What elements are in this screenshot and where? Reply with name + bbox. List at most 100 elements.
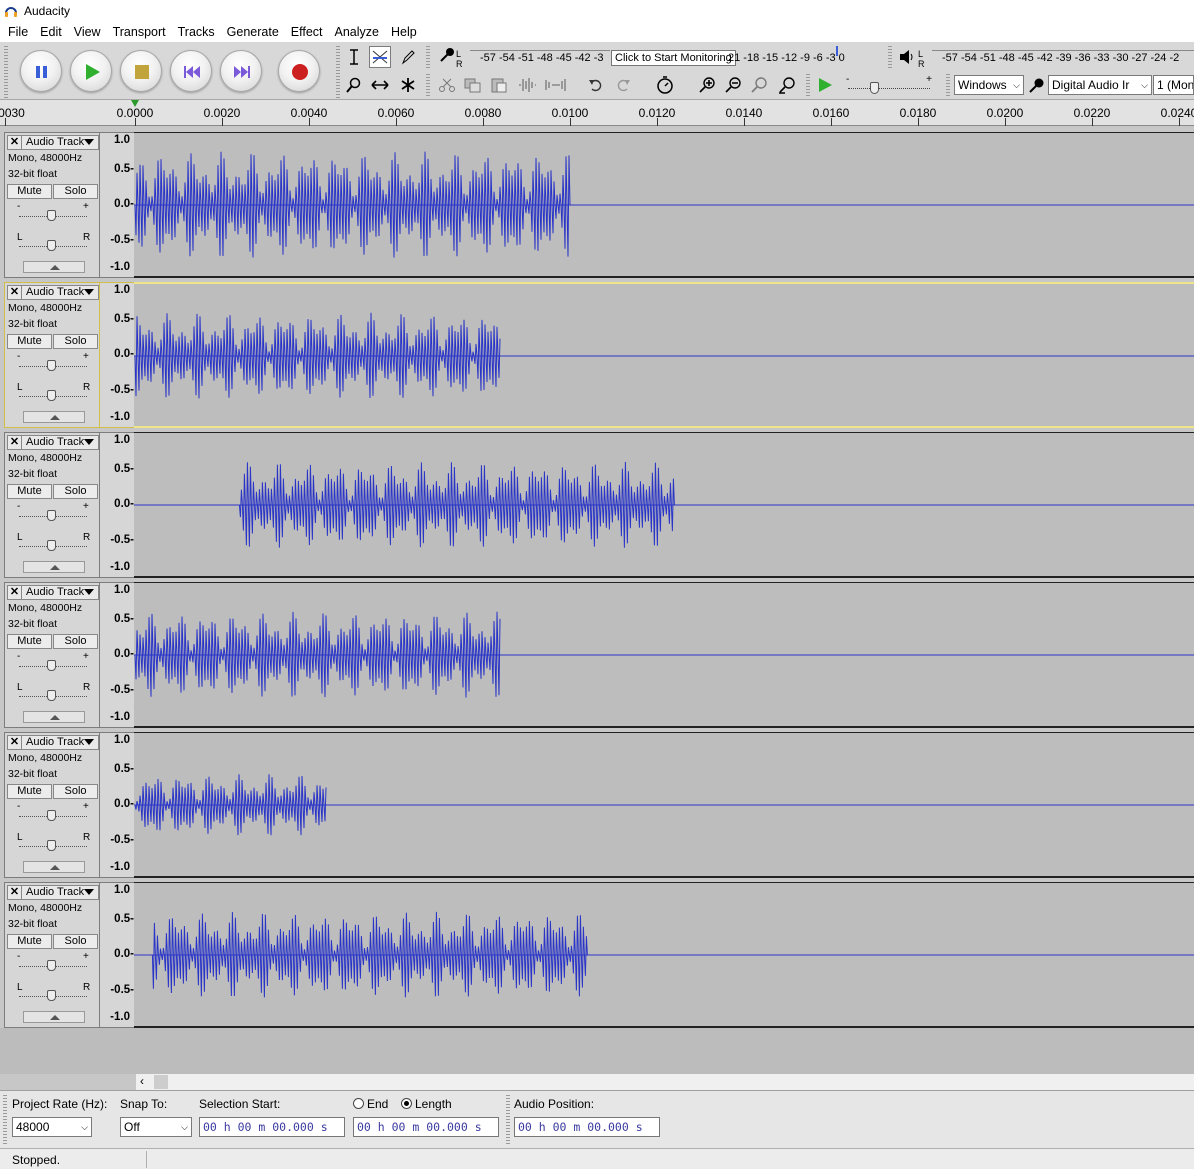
empty-track-area[interactable] [0,1028,1194,1074]
time-shift-tool[interactable] [369,74,391,96]
vertical-amplitude-ruler[interactable]: 1.0 0.5- 0.0- -0.5- -1.0 [100,282,134,428]
gain-slider-thumb[interactable] [47,810,56,821]
waveform-area[interactable] [134,882,1194,1028]
track-name-menu[interactable]: ✕ Audio Track [7,435,99,450]
collapse-track-button[interactable] [23,561,85,573]
waveform-area[interactable] [134,132,1194,278]
draw-tool[interactable] [397,46,419,68]
menu-file[interactable]: File [2,22,34,42]
selection-tool[interactable] [343,46,365,68]
mute-button[interactable]: Mute [7,934,52,949]
pan-slider-thumb[interactable] [47,540,56,551]
track-name-menu[interactable]: ✕ Audio Track [7,135,99,150]
close-icon[interactable]: ✕ [8,136,22,149]
pan-slider-thumb[interactable] [47,240,56,251]
track-name-menu[interactable]: ✕ Audio Track [7,585,99,600]
menu-transport[interactable]: Transport [107,22,172,42]
gain-slider-thumb[interactable] [47,210,56,221]
selection-start-time[interactable]: 00 h 00 m 00.000 s [199,1117,345,1137]
recording-device-select[interactable]: Digital Audio Ir ⌵ [1048,75,1152,95]
waveform-area[interactable] [134,582,1194,728]
waveform-area[interactable] [134,432,1194,578]
timeline-ruler[interactable]: -0.00300.00000.00200.00400.00600.00800.0… [0,100,1194,126]
menu-edit[interactable]: Edit [34,22,68,42]
stop-button[interactable] [120,50,162,92]
silence-button[interactable] [545,74,567,96]
play-button[interactable] [70,50,112,92]
menu-view[interactable]: View [68,22,107,42]
solo-button[interactable]: Solo [53,184,98,199]
audio-position-time[interactable]: 00 h 00 m 00.000 s [514,1117,660,1137]
record-meter[interactable]: -57 -54 -51 -48 -45 -42 -3 [470,48,610,68]
audio-host-select[interactable]: Windows ⌵ [954,75,1024,95]
pause-button[interactable] [20,50,62,92]
microphone-icon[interactable]: LR [438,47,462,67]
track-control-panel[interactable]: ✕ Audio Track Mono, 48000Hz 32-bit float Mut… [4,432,100,578]
trim-button[interactable] [516,74,538,96]
close-icon[interactable]: ✕ [8,736,22,749]
record-button[interactable] [278,50,320,92]
snap-to-select[interactable]: Off ⌵ [120,1117,192,1137]
device-toolbar-grip[interactable] [946,74,950,98]
track-control-panel[interactable]: ✕ Audio Track Mono, 48000Hz 32-bit float Mut… [4,282,100,428]
cut-button[interactable] [436,74,458,96]
pan-slider-thumb[interactable] [47,690,56,701]
zoom-out-button[interactable] [722,74,744,96]
play-speed-slider[interactable]: - + [842,74,936,96]
solo-button[interactable]: Solo [53,484,98,499]
menu-help[interactable]: Help [385,22,423,42]
vertical-amplitude-ruler[interactable]: 1.0 0.5- 0.0- -0.5- -1.0 [100,732,134,878]
waveform-area[interactable] [134,732,1194,878]
play-meter-grip[interactable] [888,46,892,70]
project-rate-select[interactable]: 48000 ⌵ [12,1117,92,1137]
collapse-track-button[interactable] [23,861,85,873]
menu-effect[interactable]: Effect [285,22,329,42]
menu-tracks[interactable]: Tracks [172,22,221,42]
track-name-menu[interactable]: ✕ Audio Track [7,735,99,750]
close-icon[interactable]: ✕ [8,886,22,899]
record-meter-grip[interactable] [426,46,430,70]
skip-to-start-button[interactable] [170,50,212,92]
redo-button[interactable] [612,74,634,96]
pan-slider-thumb[interactable] [47,390,56,401]
vertical-amplitude-ruler[interactable]: 1.0 0.5- 0.0- -0.5- -1.0 [100,432,134,578]
close-icon[interactable]: ✕ [8,586,22,599]
sync-lock-button[interactable] [654,74,676,96]
skip-to-end-button[interactable] [220,50,262,92]
undo-button[interactable] [585,74,607,96]
track-control-panel[interactable]: ✕ Audio Track Mono, 48000Hz 32-bit float Mut… [4,732,100,878]
zoom-tool[interactable] [343,74,365,96]
paste-button[interactable] [488,74,510,96]
fit-selection-button[interactable] [748,74,770,96]
playback-meter[interactable]: -57 -54 -51 -48 -45 -42 -39 -36 -33 -30 … [932,48,1194,68]
play-head-marker[interactable] [131,100,139,107]
scroll-thumb[interactable] [154,1075,168,1089]
close-icon[interactable]: ✕ [8,436,22,449]
mute-button[interactable]: Mute [7,334,52,349]
horizontal-scrollbar[interactable]: ‹ [136,1074,1194,1090]
gain-slider-thumb[interactable] [47,360,56,371]
vertical-amplitude-ruler[interactable]: 1.0 0.5- 0.0- -0.5- -1.0 [100,132,134,278]
track-name-menu[interactable]: ✕ Audio Track [7,285,99,300]
solo-button[interactable]: Solo [53,784,98,799]
play-at-speed-grip[interactable] [806,74,810,98]
fit-project-button[interactable] [776,74,798,96]
pan-slider-thumb[interactable] [47,840,56,851]
toolbar-grip[interactable] [4,46,8,98]
solo-button[interactable]: Solo [53,634,98,649]
vertical-amplitude-ruler[interactable]: 1.0 0.5- 0.0- -0.5- -1.0 [100,882,134,1028]
end-radio[interactable]: End [353,1097,388,1111]
envelope-tool[interactable] [369,46,391,68]
collapse-track-button[interactable] [23,411,85,423]
scroll-left-icon[interactable]: ‹ [140,1074,144,1088]
mute-button[interactable]: Mute [7,484,52,499]
collapse-track-button[interactable] [23,1011,85,1023]
recording-channels-select[interactable]: 1 (Mon [1153,75,1194,95]
play-at-speed-button[interactable] [814,74,836,96]
menu-analyze[interactable]: Analyze [329,22,385,42]
gain-slider-thumb[interactable] [47,660,56,671]
mute-button[interactable]: Mute [7,784,52,799]
zoom-in-button[interactable] [696,74,718,96]
copy-button[interactable] [462,74,484,96]
waveform-area[interactable] [134,282,1194,428]
